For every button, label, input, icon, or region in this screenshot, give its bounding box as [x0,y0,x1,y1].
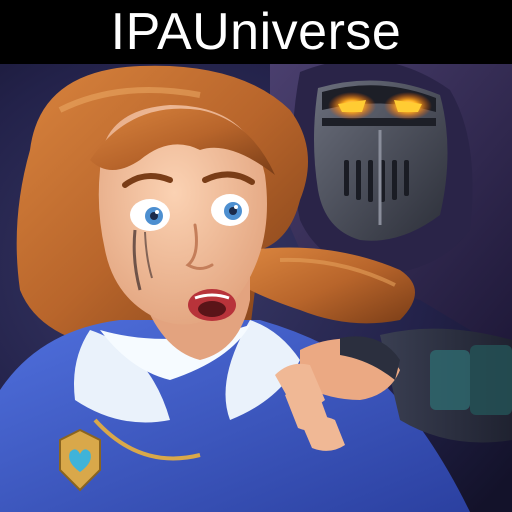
game-icon-frame: IPAUniverse [0,0,512,512]
watermark-banner: IPAUniverse [0,0,512,64]
watermark-text: IPAUniverse [110,3,402,61]
game-artwork [0,64,512,512]
